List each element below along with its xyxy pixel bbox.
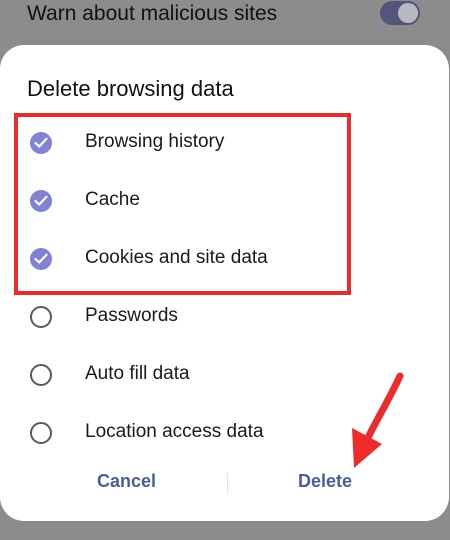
option-label: Passwords	[85, 305, 178, 326]
toggle-knob	[398, 3, 418, 23]
setting-label: Warn about malicious sites	[27, 2, 278, 25]
option-label: Location access data	[85, 421, 264, 442]
delete-button[interactable]: Delete	[298, 471, 352, 492]
annotation-arrow-icon	[352, 372, 404, 468]
unchecked-circle-icon[interactable]	[30, 422, 52, 444]
unchecked-circle-icon[interactable]	[30, 364, 52, 386]
cancel-button[interactable]: Cancel	[97, 471, 156, 492]
option-passwords[interactable]: Passwords	[0, 287, 449, 345]
setting-row-malicious-sites: Warn about malicious sites	[0, 0, 450, 30]
dialog-title: Delete browsing data	[27, 76, 234, 101]
annotation-highlight-box	[14, 113, 351, 295]
unchecked-circle-icon[interactable]	[30, 306, 52, 328]
actions-divider	[227, 473, 228, 493]
option-label: Auto fill data	[85, 363, 190, 384]
malicious-sites-toggle[interactable]	[380, 1, 420, 25]
